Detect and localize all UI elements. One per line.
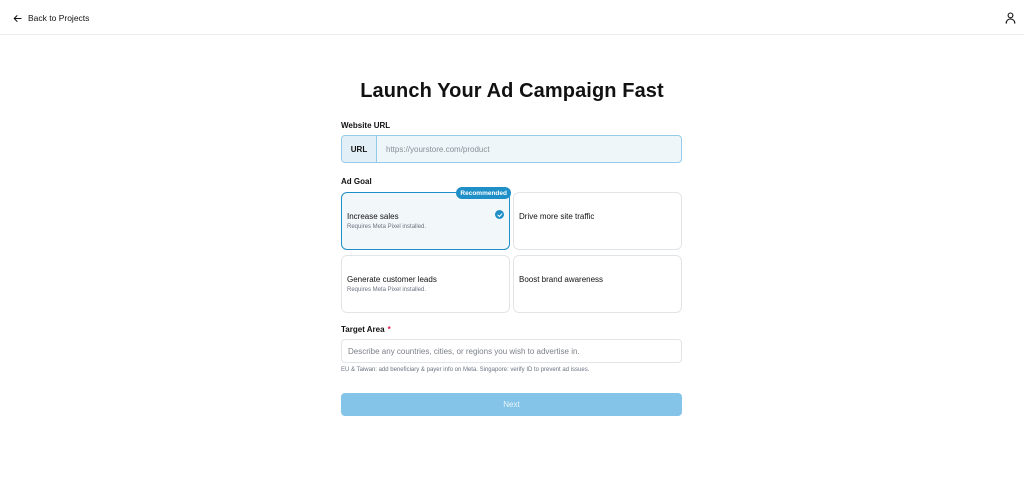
user-account-button[interactable] (1005, 11, 1016, 24)
option-title: Generate customer leads (347, 275, 437, 284)
website-url-field: URL (341, 135, 682, 163)
target-area-label: Target Area * (341, 325, 391, 334)
target-area-label-text: Target Area (341, 325, 385, 334)
website-url-label: Website URL (341, 121, 391, 130)
target-area-input[interactable] (341, 339, 682, 363)
option-title: Boost brand awareness (519, 275, 604, 284)
ad-goal-option-brand-awareness[interactable]: Boost brand awareness (513, 255, 682, 313)
page-title: Launch Your Ad Campaign Fast (360, 80, 664, 102)
back-link-label: Back to Projects (28, 13, 90, 23)
arrow-left-icon (13, 14, 22, 22)
required-mark: * (387, 325, 391, 334)
check-circle-icon (495, 210, 504, 219)
option-title: Increase sales (347, 212, 399, 221)
ad-goal-option-site-traffic[interactable]: Drive more site traffic (513, 192, 682, 250)
option-subtitle: Requires Meta Pixel installed. (347, 287, 427, 293)
ad-goal-option-customer-leads[interactable]: Generate customer leads Requires Meta Pi… (341, 255, 510, 313)
ad-goal-label: Ad Goal (341, 177, 372, 186)
top-bar: Back to Projects (0, 0, 1024, 35)
option-subtitle: Requires Meta Pixel installed. (347, 224, 427, 230)
user-icon (1005, 12, 1016, 24)
website-url-input[interactable] (377, 136, 681, 162)
recommended-badge: Recommended (456, 187, 511, 199)
target-area-hint: EU & Taiwan: add beneficiary & payer inf… (341, 367, 590, 373)
option-title: Drive more site traffic (519, 212, 595, 221)
ad-goal-option-increase-sales[interactable]: Recommended Increase sales Requires Meta… (341, 187, 511, 250)
back-to-projects-link[interactable]: Back to Projects (13, 11, 89, 25)
url-prefix: URL (342, 136, 377, 162)
next-button[interactable]: Next (341, 393, 682, 416)
